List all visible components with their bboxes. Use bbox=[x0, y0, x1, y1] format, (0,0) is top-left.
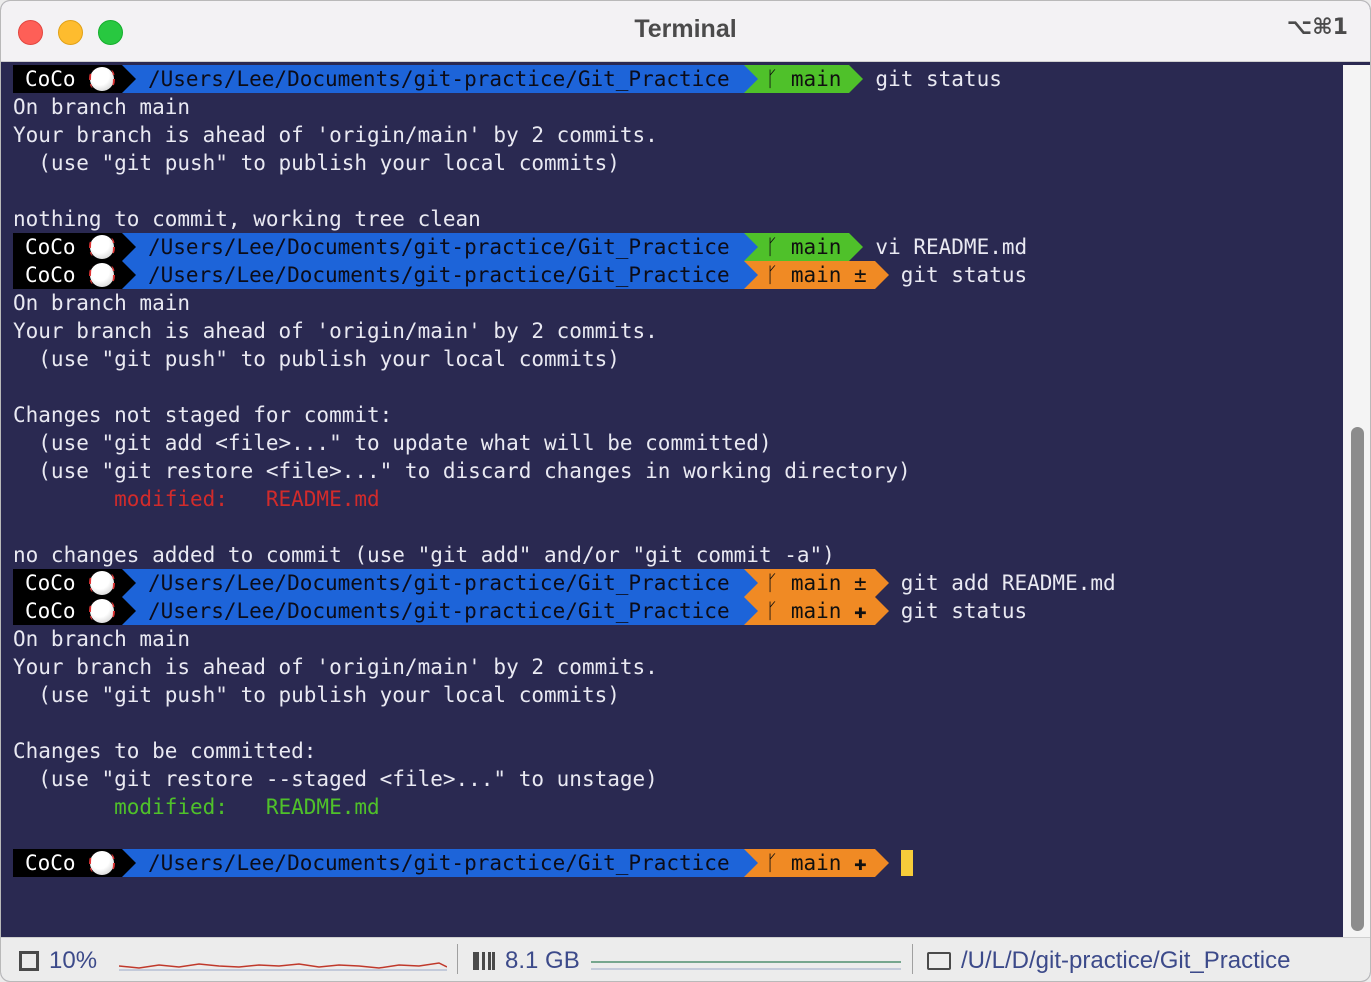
prompt-user-segment: CoCo bbox=[13, 261, 122, 289]
output-line: Changes to be committed: bbox=[13, 739, 317, 763]
git-branch-icon: ᚴ bbox=[765, 599, 791, 623]
output-line: Changes not staged for commit: bbox=[13, 403, 393, 427]
cpu-status: 10% bbox=[19, 946, 97, 976]
terminal-content[interactable]: CoCo /Users/Lee/Documents/git-practice/G… bbox=[1, 65, 1343, 937]
git-branch-icon: ᚴ bbox=[765, 571, 791, 595]
prompt-command: git add README.md bbox=[900, 571, 1116, 595]
git-branch-icon: ᚴ bbox=[765, 67, 791, 91]
git-branch-icon: ᚴ bbox=[765, 263, 791, 287]
output-line: Your branch is ahead of 'origin/main' by… bbox=[13, 655, 658, 679]
prompt-branch: main ✚ bbox=[790, 599, 867, 623]
status-divider bbox=[457, 944, 458, 974]
output-line: On branch main bbox=[13, 95, 191, 119]
baseball-icon bbox=[88, 599, 115, 623]
staged-file-line: modified: README.md bbox=[13, 795, 380, 819]
cpu-sparkline bbox=[119, 962, 447, 971]
prompt-command: git status bbox=[875, 67, 1002, 91]
prompt-path: /Users/Lee/Documents/git-practice/Git_Pr… bbox=[136, 233, 744, 261]
baseball-icon bbox=[88, 571, 115, 595]
title-bar: Terminal ⌥⌘1 bbox=[1, 1, 1370, 62]
prompt-user-segment: CoCo bbox=[13, 597, 122, 625]
prompt-user: CoCo bbox=[25, 599, 76, 623]
prompt-git-segment: ᚴ main bbox=[757, 233, 850, 261]
output-line: (use "git add <file>..." to update what … bbox=[13, 431, 772, 455]
prompt-branch: main ± bbox=[790, 571, 867, 595]
memory-status: 8.1 GB bbox=[473, 946, 580, 976]
output-line: Your branch is ahead of 'origin/main' by… bbox=[13, 123, 658, 147]
prompt-path: /Users/Lee/Documents/git-practice/Git_Pr… bbox=[136, 569, 744, 597]
prompt-git-segment: ᚴ main ✚ bbox=[757, 849, 875, 877]
prompt-path: /Users/Lee/Documents/git-practice/Git_Pr… bbox=[136, 65, 744, 93]
cpu-value: 10% bbox=[49, 947, 98, 974]
prompt-user: CoCo bbox=[25, 571, 76, 595]
output-line: (use "git push" to publish your local co… bbox=[13, 151, 620, 175]
prompt-user-segment: CoCo bbox=[13, 569, 122, 597]
cpu-icon bbox=[19, 951, 39, 971]
prompt-git-segment: ᚴ main ± bbox=[757, 261, 875, 289]
prompt-path: /Users/Lee/Documents/git-practice/Git_Pr… bbox=[136, 849, 744, 877]
status-divider bbox=[912, 944, 913, 974]
prompt-line: CoCo /Users/Lee/Documents/git-practice/G… bbox=[13, 261, 1027, 289]
prompt-line: CoCo /Users/Lee/Documents/git-practice/G… bbox=[13, 597, 1027, 625]
baseball-icon bbox=[88, 263, 115, 287]
prompt-user-segment: CoCo bbox=[13, 65, 122, 93]
prompt-user-segment: CoCo bbox=[13, 849, 122, 877]
output-line: (use "git push" to publish your local co… bbox=[13, 347, 620, 371]
prompt-user: CoCo bbox=[25, 235, 76, 259]
directory-status[interactable]: /U/L/D/git-practice/Git_Practice bbox=[927, 946, 1290, 976]
output-line: Your branch is ahead of 'origin/main' by… bbox=[13, 319, 658, 343]
modified-file-line: modified: README.md bbox=[13, 487, 380, 511]
prompt-branch: main bbox=[790, 235, 842, 259]
output-line: no changes added to commit (use "git add… bbox=[13, 543, 835, 567]
status-bar: 10% 8.1 GB /U/L/D/git-practice/Git_Pract… bbox=[1, 937, 1370, 981]
prompt-user: CoCo bbox=[25, 851, 76, 875]
directory-value: /U/L/D/git-practice/Git_Practice bbox=[961, 947, 1291, 974]
prompt-user: CoCo bbox=[25, 263, 76, 287]
output-line: (use "git restore --staged <file>..." to… bbox=[13, 767, 658, 791]
output-line: On branch main bbox=[13, 291, 191, 315]
output-line: (use "git push" to publish your local co… bbox=[13, 683, 620, 707]
scrollbar-thumb[interactable] bbox=[1351, 427, 1364, 931]
window-shortcut: ⌥⌘1 bbox=[1286, 15, 1348, 40]
prompt-git-segment: ᚴ main bbox=[757, 65, 850, 93]
prompt-line: CoCo /Users/Lee/Documents/git-practice/G… bbox=[13, 233, 1027, 261]
prompt-line-current: CoCo /Users/Lee/Documents/git-practice/G… bbox=[13, 849, 913, 877]
text-cursor[interactable] bbox=[900, 850, 913, 876]
memory-sparkline bbox=[591, 961, 901, 970]
baseball-icon bbox=[88, 67, 115, 91]
prompt-git-segment: ᚴ main ± bbox=[757, 569, 875, 597]
prompt-branch: main ✚ bbox=[790, 851, 867, 875]
git-branch-icon: ᚴ bbox=[765, 851, 791, 875]
prompt-path: /Users/Lee/Documents/git-practice/Git_Pr… bbox=[136, 261, 744, 289]
prompt-line: CoCo /Users/Lee/Documents/git-practice/G… bbox=[13, 569, 1116, 597]
baseball-icon bbox=[88, 235, 115, 259]
terminal-window: Terminal ⌥⌘1 CoCo /Users/Lee/Documents/g… bbox=[0, 0, 1371, 982]
output-line: On branch main bbox=[13, 627, 191, 651]
prompt-path: /Users/Lee/Documents/git-practice/Git_Pr… bbox=[136, 597, 744, 625]
prompt-command: git status bbox=[900, 263, 1028, 287]
prompt-user: CoCo bbox=[25, 67, 76, 91]
prompt-line: CoCo /Users/Lee/Documents/git-practice/G… bbox=[13, 65, 1002, 93]
prompt-git-segment: ᚴ main ✚ bbox=[757, 597, 875, 625]
prompt-branch: main ± bbox=[790, 263, 867, 287]
git-branch-icon: ᚴ bbox=[765, 235, 791, 259]
output-line: nothing to commit, working tree clean bbox=[13, 207, 481, 231]
prompt-command: git status bbox=[900, 599, 1028, 623]
memory-value: 8.1 GB bbox=[505, 947, 580, 974]
baseball-icon bbox=[88, 851, 115, 875]
folder-icon bbox=[927, 952, 951, 970]
memory-icon bbox=[473, 952, 495, 970]
output-line: (use "git restore <file>..." to discard … bbox=[13, 459, 911, 483]
prompt-user-segment: CoCo bbox=[13, 233, 122, 261]
window-title: Terminal bbox=[634, 15, 737, 43]
prompt-command: vi README.md bbox=[875, 235, 1028, 259]
prompt-branch: main bbox=[790, 67, 842, 91]
